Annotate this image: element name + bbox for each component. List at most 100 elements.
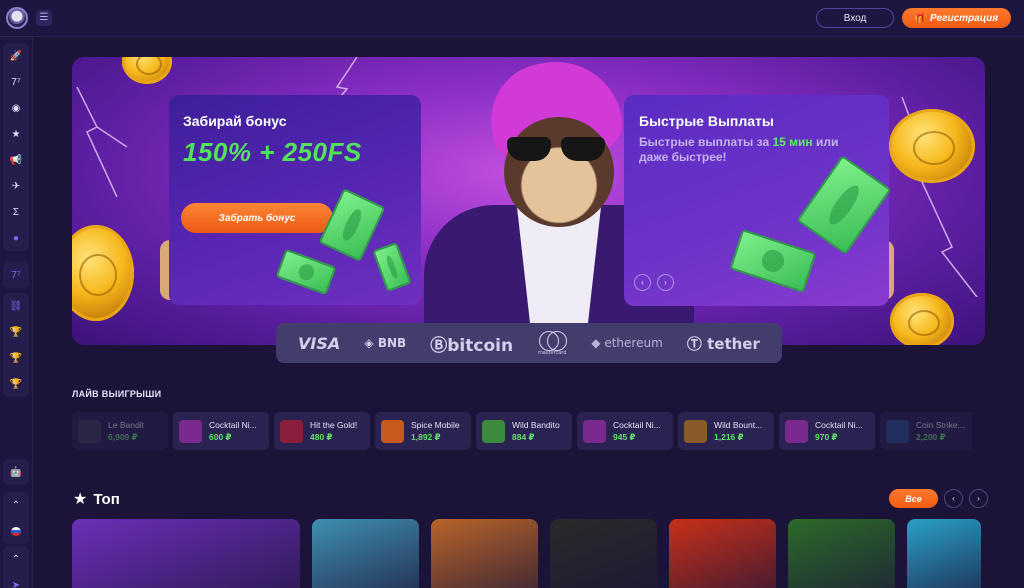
live-win-text: Le Bandit 6,909 ₽	[108, 420, 144, 443]
top-game-tile[interactable]	[431, 519, 538, 588]
live-wins-title: ЛАЙВ ВЫИГРЫШИ	[72, 389, 162, 399]
trophy-icon[interactable]: 🏆	[3, 345, 29, 371]
mastercard-logo: mastercard	[537, 330, 568, 356]
trophy-icon[interactable]: 🏆	[3, 371, 29, 397]
game-thumbnail	[583, 419, 606, 443]
live-wins-list: Le Bandit 6,909 ₽ Cocktail Ni... 600 ₽ Hit t…	[72, 412, 972, 450]
megaphone-icon[interactable]: 📢	[3, 147, 29, 173]
claim-bonus-button[interactable]: Забрать бонус	[181, 203, 333, 233]
top-section-controls: Все ‹ ›	[889, 489, 988, 508]
russia-flag-icon[interactable]	[3, 518, 29, 544]
live-win-amount: 945 ₽	[613, 431, 636, 442]
live-win-item[interactable]: Hit the Gold! 480 ₽	[274, 412, 370, 450]
live-win-item[interactable]: Coin Strike... 2,200 ₽	[880, 412, 972, 450]
777-icon[interactable]: 7⁷	[3, 262, 29, 288]
live-win-item[interactable]: Le Bandit 6,909 ₽	[72, 412, 168, 450]
promo-banner[interactable]: Забирай бонус 150% + 250FS Забрать бонус…	[72, 57, 985, 345]
sigma-icon[interactable]: Σ	[3, 199, 29, 225]
fast-payouts-text: Быстрые выплаты за 15 мин или даже быстр…	[639, 135, 839, 164]
live-win-game-name: Coin Strike...	[916, 419, 965, 430]
android-icon[interactable]: 🤖	[3, 459, 29, 485]
sidebar-group-secondary: 7⁷	[3, 262, 29, 288]
top-game-tile[interactable]	[312, 519, 419, 588]
site-logo[interactable]	[6, 7, 28, 29]
cash-decoration	[729, 228, 817, 294]
gift-icon: 🎁	[914, 12, 927, 23]
cash-decoration	[796, 155, 892, 255]
top-game-tile[interactable]	[72, 519, 300, 588]
live-win-game-name: Cocktail Ni...	[613, 419, 661, 430]
sidebar-group-apps: 🤖	[3, 459, 29, 485]
rocket-icon[interactable]: 🚀	[3, 43, 29, 69]
live-win-amount: 6,909 ₽	[108, 431, 138, 442]
menu-toggle-button[interactable]: ☰	[36, 10, 52, 26]
register-button[interactable]: 🎁 Регистрация	[902, 8, 1011, 28]
payment-methods-bar: VISA ◈ BNB Ⓑbitcoin mastercard ◆ ethereu…	[276, 323, 782, 363]
game-thumbnail	[78, 419, 101, 443]
bnb-logo: ◈ BNB	[364, 336, 407, 350]
top-section-title: Топ	[93, 490, 120, 508]
live-win-game-name: Cocktail Ni...	[815, 419, 863, 430]
cash-decoration	[275, 248, 337, 296]
login-button[interactable]: Вход	[816, 8, 894, 28]
gold-coin-decoration	[72, 225, 134, 321]
top-header: ☰ Вход 🎁 Регистрация	[0, 0, 1024, 37]
gold-coin-decoration	[889, 109, 975, 183]
live-win-item[interactable]: Cocktail Ni... 945 ₽	[577, 412, 673, 450]
live-win-text: Wild Bount... 1,216 ₽	[714, 420, 762, 443]
live-win-item[interactable]: Cocktail Ni... 970 ₽	[779, 412, 875, 450]
live-win-amount: 884 ₽	[512, 431, 535, 442]
planet-icon[interactable]: ●	[3, 225, 29, 251]
top-game-tile[interactable]	[550, 519, 657, 588]
live-win-game-name: Hit the Gold!	[310, 419, 358, 430]
game-thumbnail	[280, 419, 303, 443]
live-win-item[interactable]: Spice Mobile 1,892 ₽	[375, 412, 471, 450]
telegram-icon[interactable]: ➤	[3, 572, 29, 588]
live-win-game-name: Wild Bandito	[512, 419, 560, 430]
live-win-amount: 970 ₽	[815, 431, 838, 442]
live-win-game-name: Spice Mobile	[411, 419, 460, 430]
live-win-item[interactable]: Wild Bandito 884 ₽	[476, 412, 572, 450]
fast-payouts-card: Быстрые Выплаты Быстрые выплаты за 15 ми…	[624, 95, 892, 306]
777-icon[interactable]: 7⁷	[3, 69, 29, 95]
top-game-tile[interactable]	[669, 519, 776, 588]
link-icon[interactable]: ⛓	[3, 293, 29, 319]
bonus-card: Забирай бонус 150% + 250FS Забрать бонус	[169, 95, 421, 305]
game-thumbnail	[684, 419, 707, 443]
live-win-game-name: Wild Bount...	[714, 419, 763, 430]
top-game-tile[interactable]	[788, 519, 895, 588]
bitcoin-logo: Ⓑbitcoin	[430, 335, 514, 356]
chevron-up-icon[interactable]: ⌃	[3, 546, 29, 572]
game-thumbnail	[482, 419, 505, 443]
show-all-button[interactable]: Все	[889, 489, 938, 508]
target-icon[interactable]: ◉	[3, 95, 29, 121]
top-games-row	[72, 519, 981, 588]
star-icon[interactable]: ★	[3, 121, 29, 147]
mascot-sunglasses	[503, 137, 611, 163]
live-win-game-name: Le Bandit	[108, 419, 144, 430]
live-win-text: Cocktail Ni... 970 ₽	[815, 420, 863, 443]
banner-next-button[interactable]: ›	[657, 274, 674, 291]
live-win-amount: 1,216 ₽	[714, 431, 744, 442]
game-thumbnail	[381, 419, 404, 443]
banner-prev-button[interactable]: ‹	[634, 274, 651, 291]
live-win-amount: 480 ₽	[310, 431, 333, 442]
star-icon: ★	[73, 491, 88, 508]
game-thumbnail	[886, 419, 909, 443]
sidebar-group-social: ⌃ ➤	[3, 546, 29, 588]
bonus-amount: 150% + 250FS	[183, 137, 362, 167]
chevron-up-icon[interactable]: ⌃	[3, 492, 29, 518]
top-next-button[interactable]: ›	[969, 489, 988, 508]
plane-icon[interactable]: ✈	[3, 173, 29, 199]
top-game-tile[interactable]	[907, 519, 981, 588]
top-prev-button[interactable]: ‹	[944, 489, 963, 508]
lightning-decoration	[76, 87, 128, 198]
sidebar: 🚀 7⁷ ◉ ★ 📢 ✈ Σ ● 7⁷ ⛓ 🏆 🏆 🏆 🤖 ⌃ ⌃ ➤	[0, 37, 33, 588]
live-win-amount: 1,892 ₽	[411, 431, 441, 442]
fast-payouts-title: Быстрые Выплаты	[639, 113, 774, 129]
live-win-item[interactable]: Cocktail Ni... 600 ₽	[173, 412, 269, 450]
trophy-icon[interactable]: 🏆	[3, 319, 29, 345]
top-section-header: ★ Топ	[73, 489, 120, 509]
live-win-item[interactable]: Wild Bount... 1,216 ₽	[678, 412, 774, 450]
live-win-text: Cocktail Ni... 945 ₽	[613, 420, 661, 443]
